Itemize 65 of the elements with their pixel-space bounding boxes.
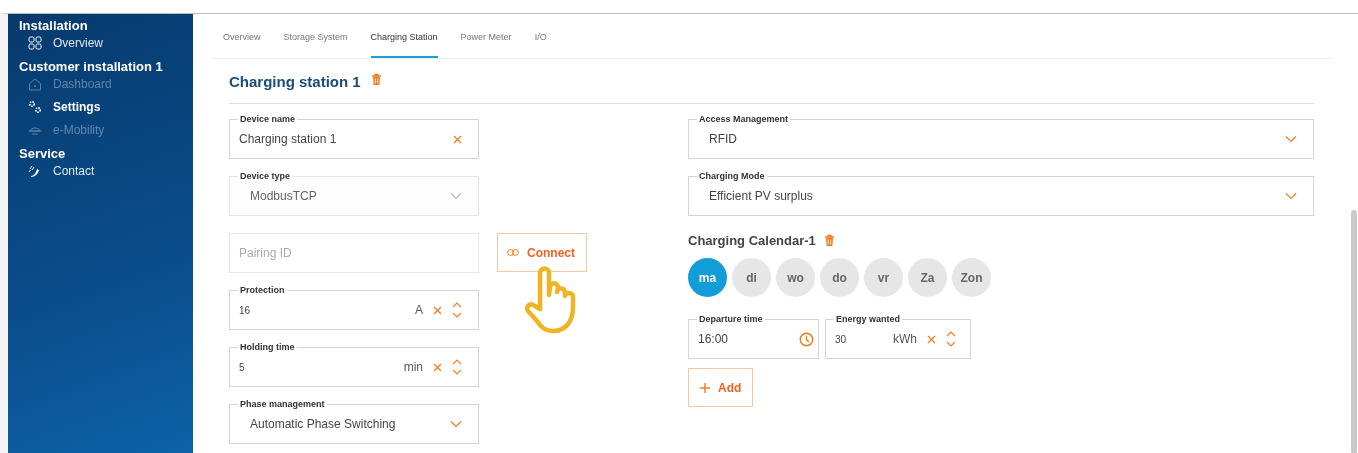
stepper-icon: [452, 359, 462, 375]
field-value: 30: [835, 333, 848, 345]
sidebar-heading: Customer installation 1: [19, 59, 163, 75]
field-value: Charging station 1: [239, 132, 338, 146]
field-label: Phase management: [238, 399, 327, 409]
sidebar-heading: Service: [19, 146, 66, 162]
tab[interactable]: I/O: [534, 14, 547, 58]
sidebar-item[interactable]: Overview: [28, 36, 103, 50]
clear-icon: [453, 134, 462, 144]
unit-label: kWh: [893, 332, 917, 346]
placeholder-text: Pairing ID: [239, 246, 293, 260]
day-toggle[interactable]: Za: [908, 258, 947, 297]
field-label: Energy wanted: [834, 314, 902, 324]
sidebar-item[interactable]: Contact: [28, 164, 95, 178]
section-title: Charging station 1: [229, 72, 361, 90]
chevron-down-icon: [450, 420, 462, 428]
field-value: 16:00: [698, 332, 730, 346]
phone-icon: [28, 164, 42, 178]
field-label: Protection: [238, 285, 287, 295]
clear-icon: [927, 334, 936, 344]
tab[interactable]: Power Meter: [460, 14, 512, 58]
field-label: Holding time: [238, 342, 297, 352]
clear-icon: [433, 362, 442, 372]
field-label: Access Management: [697, 114, 791, 124]
chevron-down-icon: [1285, 135, 1297, 143]
stepper-icon: [452, 302, 462, 318]
link-icon: [507, 249, 519, 256]
sidebar-heading: Installation: [19, 18, 88, 34]
trash-icon: [823, 234, 835, 247]
field-value: RFID: [709, 132, 738, 146]
field-value: Efficient PV surplus: [709, 189, 814, 203]
field-label: Departure time: [697, 314, 765, 324]
field-value: 5: [239, 361, 246, 373]
day-toggle[interactable]: Zon: [952, 258, 991, 297]
grid-icon: [28, 36, 42, 50]
field-label: Charging Mode: [697, 171, 767, 181]
clock-icon: [799, 331, 814, 347]
day-toggle[interactable]: wo: [776, 258, 815, 297]
day-toggle[interactable]: do: [820, 258, 859, 297]
calendar-title: Charging Calendar-1: [688, 233, 816, 248]
tab[interactable]: Storage System: [283, 14, 348, 58]
scrollbar[interactable]: [1351, 210, 1357, 453]
house-icon: [28, 77, 42, 91]
sidebar-item[interactable]: Settings: [28, 100, 101, 114]
gears-icon: [28, 100, 42, 114]
unit-label: A: [415, 303, 423, 317]
tab[interactable]: Overview: [223, 14, 261, 58]
clear-icon: [433, 305, 442, 315]
field-value: ModbusTCP: [250, 189, 318, 203]
field-label: Device type: [238, 171, 293, 181]
day-toggle[interactable]: ma: [688, 258, 727, 297]
unit-label: min: [403, 360, 423, 374]
day-toggle[interactable]: vr: [864, 258, 903, 297]
field-value: Automatic Phase Switching: [250, 417, 397, 431]
trash-icon: [370, 73, 382, 86]
tab[interactable]: Charging Station: [370, 14, 438, 58]
add-button[interactable]: Add: [688, 368, 754, 407]
connect-button[interactable]: Connect: [497, 233, 587, 272]
chevron-down-icon: [1285, 192, 1297, 200]
chevron-down-icon: [450, 192, 462, 200]
day-toggle[interactable]: di: [732, 258, 771, 297]
field-label: Device name: [238, 114, 298, 124]
field-value: 16: [239, 304, 252, 316]
plus-icon: [700, 382, 710, 393]
stepper-icon: [946, 331, 956, 347]
